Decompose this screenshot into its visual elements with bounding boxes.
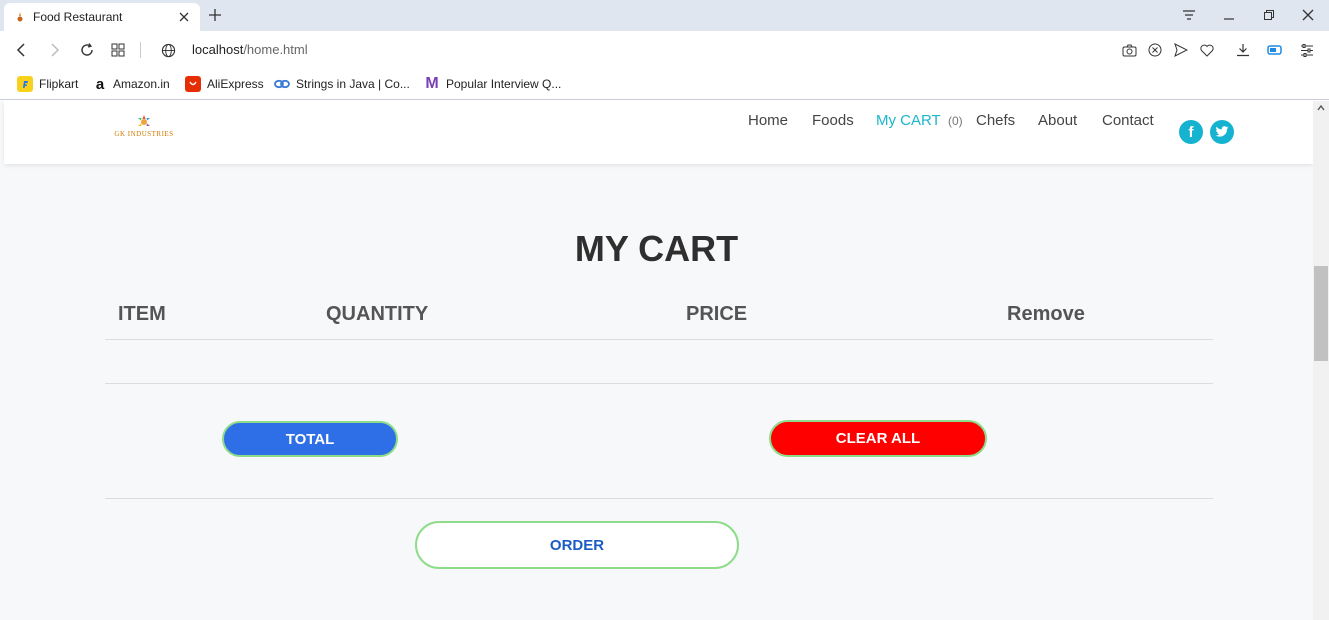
logo-text: GK INDUSTRIES [114, 130, 174, 138]
tab-title: Food Restaurant [33, 10, 123, 24]
nav-home[interactable]: Home [748, 112, 788, 129]
divider [105, 498, 1213, 499]
browser-tab-bar: Food Restaurant [0, 0, 1329, 31]
column-header-quantity: QUANTITY [326, 303, 429, 325]
url-path: /home.html [243, 42, 308, 57]
download-icon[interactable] [1234, 41, 1252, 59]
page-title: MY CART [574, 228, 739, 269]
nav-chefs[interactable]: Chefs [976, 112, 1015, 129]
bookmark-label: Flipkart [39, 77, 79, 91]
nav-foods[interactable]: Foods [812, 112, 854, 129]
bookmark-flipkart[interactable]: Flipkart [17, 75, 78, 93]
facebook-icon[interactable]: f [1179, 120, 1203, 144]
battery-saver-icon[interactable] [1266, 41, 1284, 59]
divider [105, 339, 1213, 340]
speed-dial-icon[interactable] [108, 40, 128, 60]
bookmark-popular-interview[interactable]: M Popular Interview Q... [424, 75, 561, 93]
cart-count-badge: (0) [948, 114, 963, 128]
address-bar: localhost/home.html [0, 31, 1329, 69]
link-icon [274, 76, 290, 92]
scrollbar[interactable] [1313, 101, 1329, 620]
heart-icon[interactable] [1198, 41, 1216, 59]
bookmark-label: AliExpress [207, 77, 264, 91]
nav-about[interactable]: About [1038, 112, 1077, 129]
amazon-icon: a [95, 75, 105, 93]
forward-icon[interactable] [44, 40, 64, 60]
easy-setup-icon[interactable] [1298, 41, 1316, 59]
flipkart-icon [17, 76, 33, 92]
bookmark-label: Popular Interview Q... [446, 77, 562, 91]
globe-icon[interactable] [158, 40, 178, 60]
favicon-icon [14, 11, 26, 23]
bookmark-strings-in-java[interactable]: Strings in Java | Co... [274, 75, 410, 93]
twitter-icon[interactable] [1210, 120, 1234, 144]
scroll-up-icon[interactable] [1316, 103, 1326, 113]
column-header-price: PRICE [686, 303, 748, 325]
reload-icon[interactable] [77, 40, 97, 60]
facebook-glyph: f [1188, 123, 1194, 141]
close-window-icon[interactable] [1293, 4, 1323, 26]
url-field[interactable]: localhost/home.html [192, 42, 308, 57]
close-tab-icon[interactable] [176, 9, 192, 25]
tab-menu-icon[interactable] [1174, 4, 1204, 26]
nav-my-cart[interactable]: My CART [876, 112, 941, 129]
bookmark-label: Strings in Java | Co... [296, 77, 410, 91]
order-button[interactable]: ORDER [415, 521, 739, 569]
nav-contact[interactable]: Contact [1102, 112, 1154, 129]
site-logo[interactable]: GK INDUSTRIES [86, 115, 202, 145]
bookmark-aliexpress[interactable]: AliExpress [185, 75, 264, 93]
browser-tab[interactable]: Food Restaurant [4, 3, 200, 31]
site-header: GK INDUSTRIES Home Foods My CART (0) Che… [4, 101, 1313, 164]
new-tab-icon[interactable] [206, 6, 224, 24]
camera-icon[interactable] [1120, 41, 1138, 59]
restore-icon[interactable] [1254, 4, 1284, 26]
column-header-item: ITEM [118, 303, 166, 325]
minimize-icon[interactable] [1214, 4, 1244, 26]
total-button[interactable]: TOTAL [222, 421, 398, 457]
back-icon[interactable] [12, 40, 32, 60]
clear-all-button[interactable]: CLEAR ALL [769, 420, 987, 457]
scrollbar-thumb[interactable] [1314, 266, 1328, 361]
adblock-icon[interactable] [1146, 41, 1164, 59]
address-separator [140, 42, 141, 58]
m-logo-icon: M [425, 75, 439, 92]
send-icon[interactable] [1172, 41, 1190, 59]
aliexpress-icon [185, 76, 201, 92]
bookmark-amazon[interactable]: a Amazon.in [93, 75, 170, 93]
bookmark-label: Amazon.in [113, 77, 170, 91]
page-viewport: GK INDUSTRIES Home Foods My CART (0) Che… [0, 101, 1329, 620]
column-header-remove: Remove [1007, 303, 1085, 325]
divider [105, 383, 1213, 384]
bookmarks-bar: Flipkart a Amazon.in AliExpress Strings … [0, 69, 1329, 100]
url-host: localhost [192, 42, 244, 57]
logo-gear-icon [138, 115, 150, 126]
